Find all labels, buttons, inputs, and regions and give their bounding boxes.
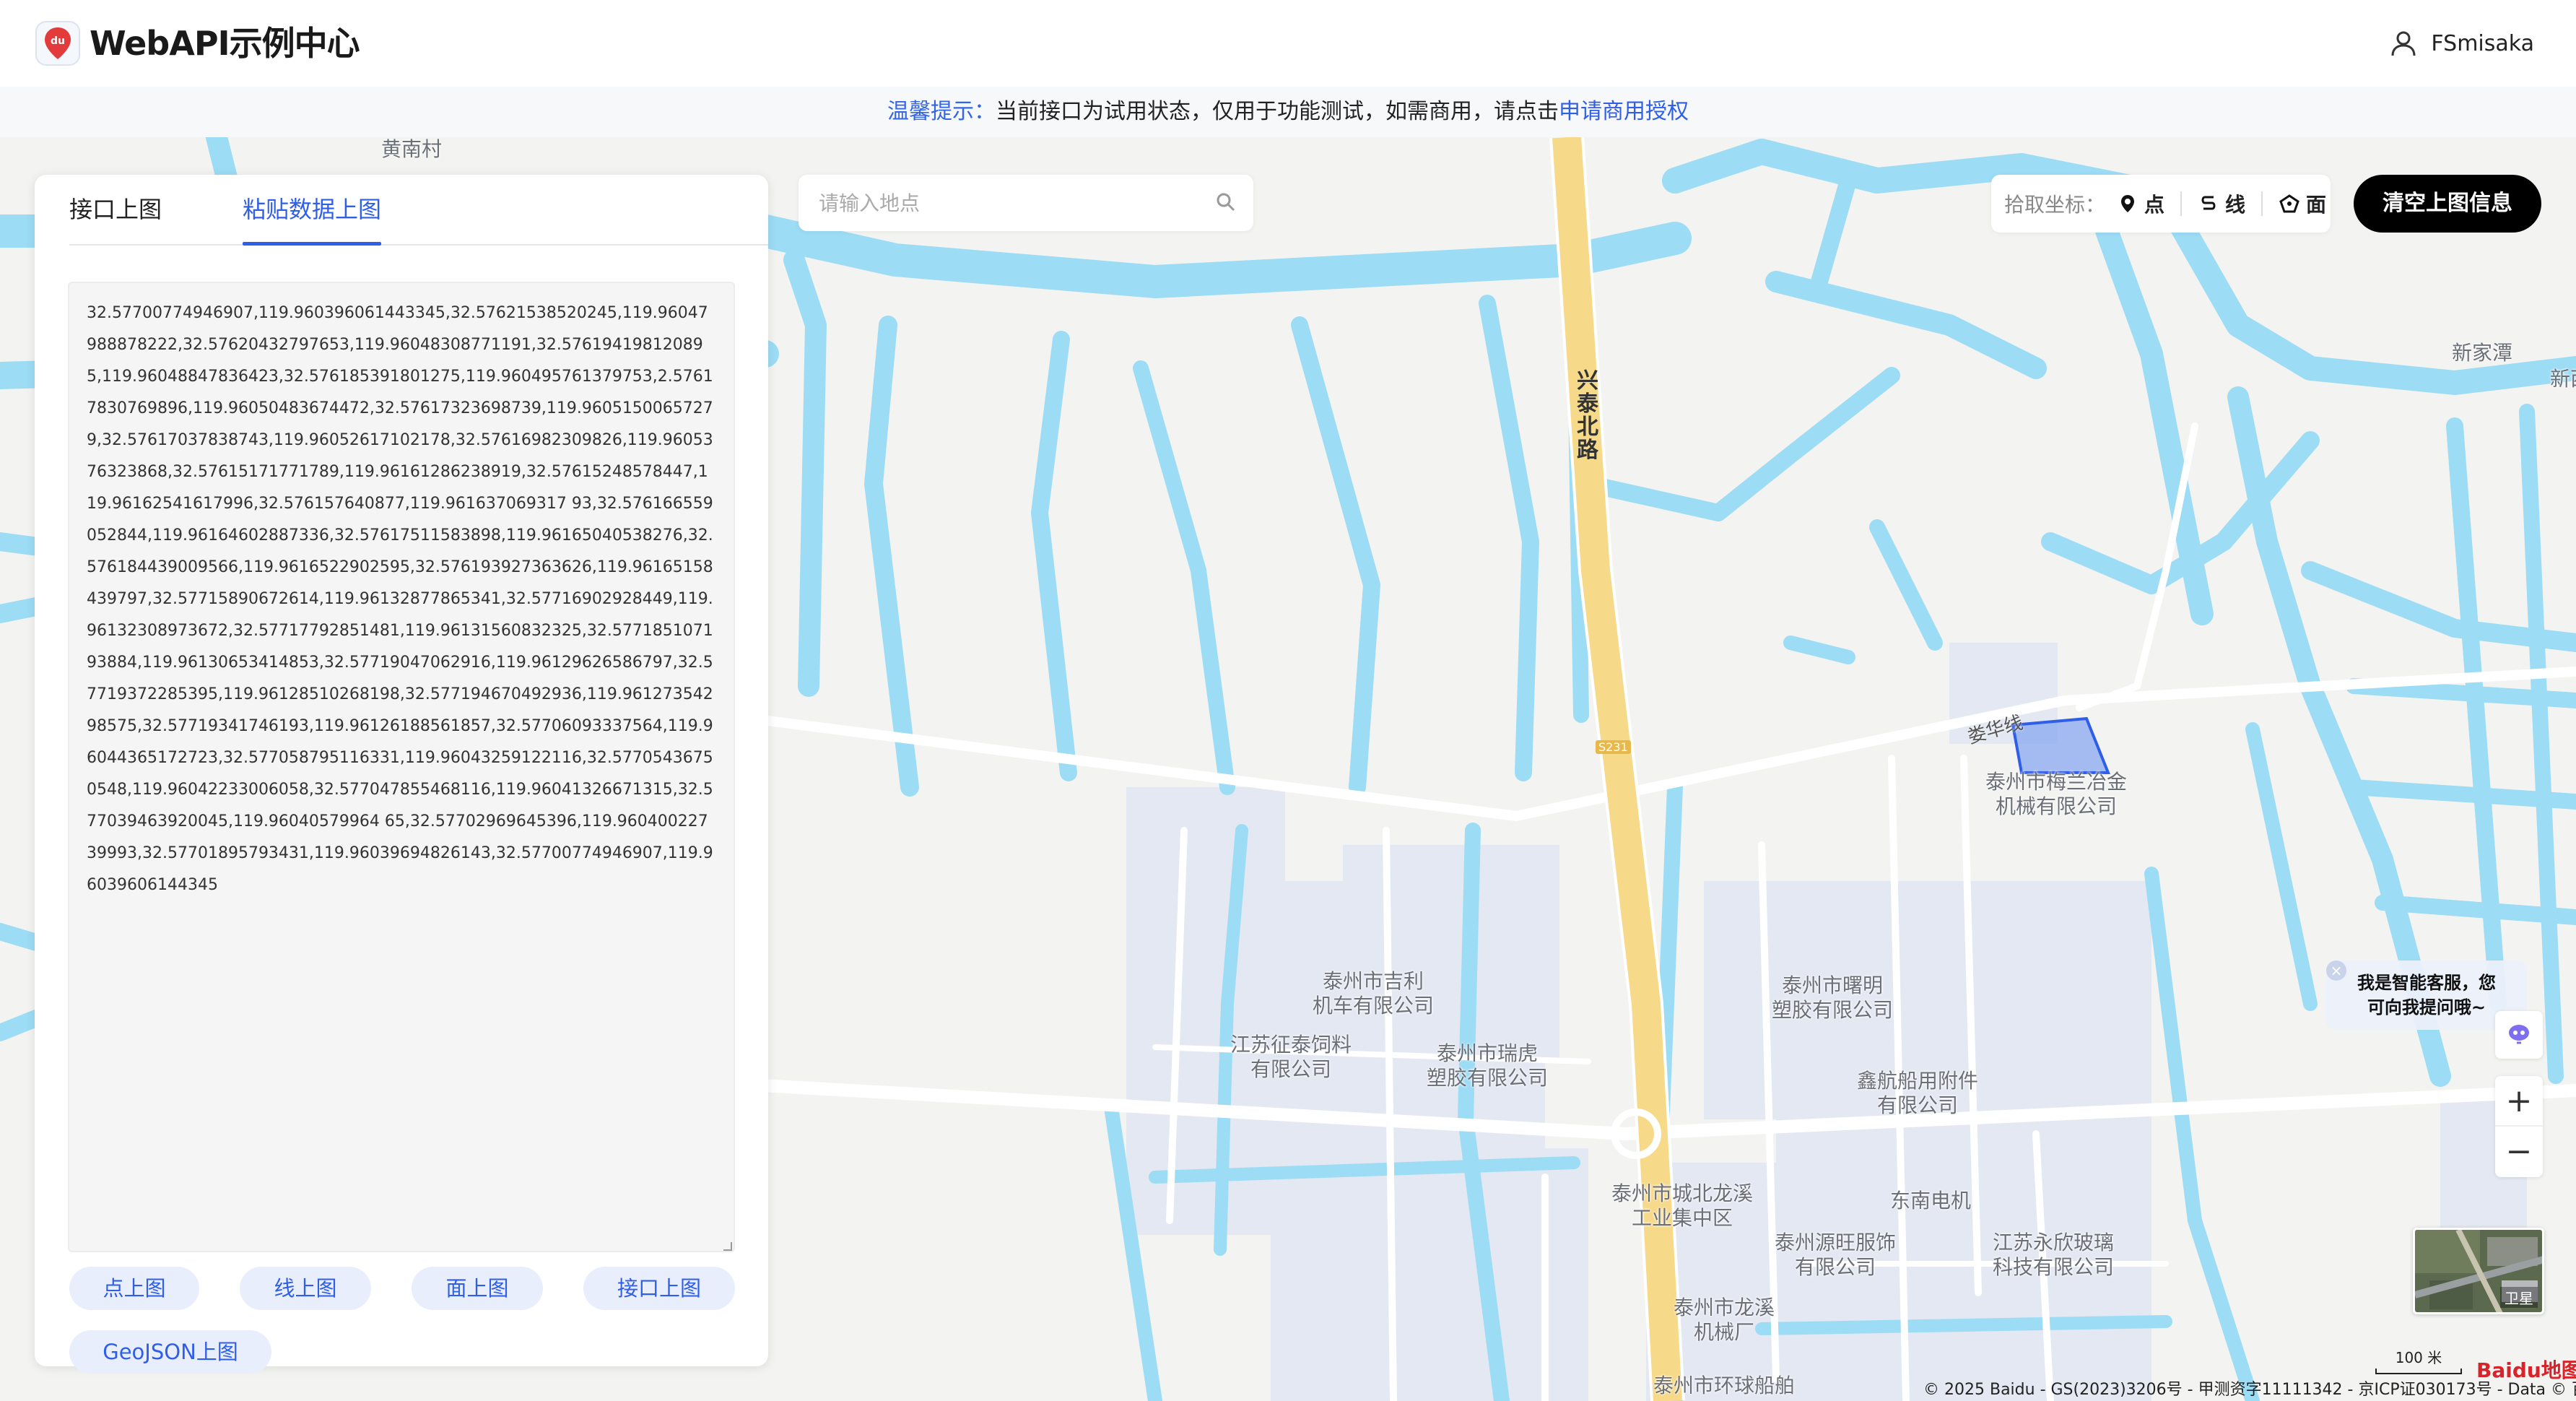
ai-assistant-button[interactable] [2495, 1011, 2543, 1059]
robot-icon [2509, 1025, 2529, 1044]
zoom-out-button[interactable]: − [2495, 1127, 2543, 1177]
pick-line-option[interactable]: 线 [2198, 189, 2245, 218]
map-label-village-right: 新家潭 [2452, 341, 2513, 365]
pick-point-option[interactable]: 点 [2117, 189, 2164, 218]
divider [2261, 191, 2263, 216]
divider [2180, 191, 2183, 216]
notice-tip-label: 温馨提示： [887, 99, 996, 124]
pick-label: 拾取坐标： [2004, 193, 2106, 217]
pin-icon [2121, 195, 2135, 212]
plot-polygon-button[interactable]: 面上图 [412, 1267, 543, 1310]
map-poi-label[interactable]: 泰州市瑞虎 塑胶有限公司 [1427, 1041, 1548, 1090]
close-icon[interactable]: × [2326, 960, 2346, 981]
map-poi-label[interactable]: 江苏征泰饲料 有限公司 [1230, 1033, 1352, 1082]
road-badge: S231 [1596, 740, 1631, 754]
ai-message-line1: 我是智能客服，您 [2357, 973, 2496, 993]
zoom-control: + − [2495, 1076, 2543, 1177]
coordinates-textarea[interactable]: 32.57700774946907,119.960396061443345,32… [68, 282, 735, 1252]
map-poi-label[interactable]: 泰州市曙明 塑胶有限公司 [1772, 973, 1893, 1023]
tab-api-plot[interactable]: 接口上图 [69, 194, 162, 225]
user-menu[interactable]: FSmisaka [2389, 27, 2534, 59]
scale-bar [2375, 1369, 2462, 1374]
map-poi-label[interactable]: 泰州市环球船舶 [1653, 1374, 1795, 1398]
user-icon [2391, 31, 2416, 56]
notice-bar: 温馨提示：当前接口为试用状态，仅用于功能测试，如需商用，请点击申请商用授权 [0, 87, 2576, 137]
satellite-label: 卫星 [2500, 1287, 2538, 1308]
location-search [799, 175, 1253, 231]
data-panel: 接口上图 粘贴数据上图 32.57700774946907,119.960396… [35, 175, 768, 1374]
app-title: WebAPI示例中心 [90, 24, 360, 63]
panel-tabs: 接口上图 粘贴数据上图 [69, 175, 768, 246]
plot-geojson-button[interactable]: GeoJSON上图 [69, 1330, 271, 1374]
map-poi-label[interactable]: 泰州源旺服饰 有限公司 [1775, 1231, 1896, 1280]
pick-coordinate-toolbar: 拾取坐标： 点 线 面 [1991, 175, 2331, 233]
search-icon[interactable] [1214, 191, 1237, 214]
svg-text:du: du [51, 35, 65, 47]
line-icon [2201, 196, 2216, 210]
pick-line-label: 线 [2225, 193, 2246, 217]
top-header: du WebAPI示例中心 FSmisaka [0, 0, 2576, 87]
clear-plot-button[interactable]: 清空上图信息 [2354, 175, 2541, 233]
map-poi-label[interactable]: 泰州市城北龙溪 工业集中区 [1611, 1181, 1753, 1231]
polygon-icon [2279, 194, 2299, 213]
satellite-toggle[interactable]: 卫星 [2413, 1228, 2544, 1314]
map-poi-label[interactable]: 泰州市龙溪 机械厂 [1674, 1296, 1775, 1345]
search-input[interactable] [819, 175, 1201, 231]
map-label-village-left: 黄南村 [381, 137, 443, 161]
map-poi-label[interactable]: 泰州市梅兰冶金 机械有限公司 [1985, 770, 2127, 819]
tab-paste-plot[interactable]: 粘贴数据上图 [243, 194, 382, 246]
map-poi-label[interactable]: 江苏永欣玻璃 科技有限公司 [1993, 1231, 2114, 1280]
username: FSmisaka [2431, 30, 2534, 56]
pick-polygon-option[interactable]: 面 [2279, 189, 2326, 218]
zoom-in-button[interactable]: + [2495, 1076, 2543, 1127]
plot-point-button[interactable]: 点上图 [69, 1267, 199, 1310]
textarea-resize-handle[interactable] [723, 1242, 732, 1251]
map-poi-label[interactable]: 鑫航船用附件 有限公司 [1857, 1069, 1978, 1118]
scale-label: 100 米 [2395, 1349, 2442, 1366]
road-label-xingtai: 兴泰北路 [1577, 368, 1598, 463]
notice-message: 当前接口为试用状态，仅用于功能测试，如需商用，请点击 [996, 99, 1559, 124]
map-copyright: © 2025 Baidu - GS(2023)3206号 - 甲测资字11111… [1923, 1381, 2576, 1399]
map-poi-label[interactable]: 泰州市吉利 机车有限公司 [1313, 969, 1434, 1018]
map-poi-label[interactable]: 东南电机 [1890, 1189, 1971, 1213]
map-scale: 100 米 [2375, 1346, 2462, 1374]
apply-license-link[interactable]: 申请商用授权 [1559, 99, 1689, 124]
pick-polygon-label: 面 [2306, 193, 2327, 217]
plot-api-button[interactable]: 接口上图 [583, 1267, 735, 1310]
map-label-village-edge: 新西 [2550, 367, 2576, 391]
plot-line-button[interactable]: 线上图 [240, 1267, 371, 1310]
baidu-map-logo-icon[interactable]: du [35, 20, 81, 66]
pick-point-label: 点 [2144, 193, 2165, 217]
